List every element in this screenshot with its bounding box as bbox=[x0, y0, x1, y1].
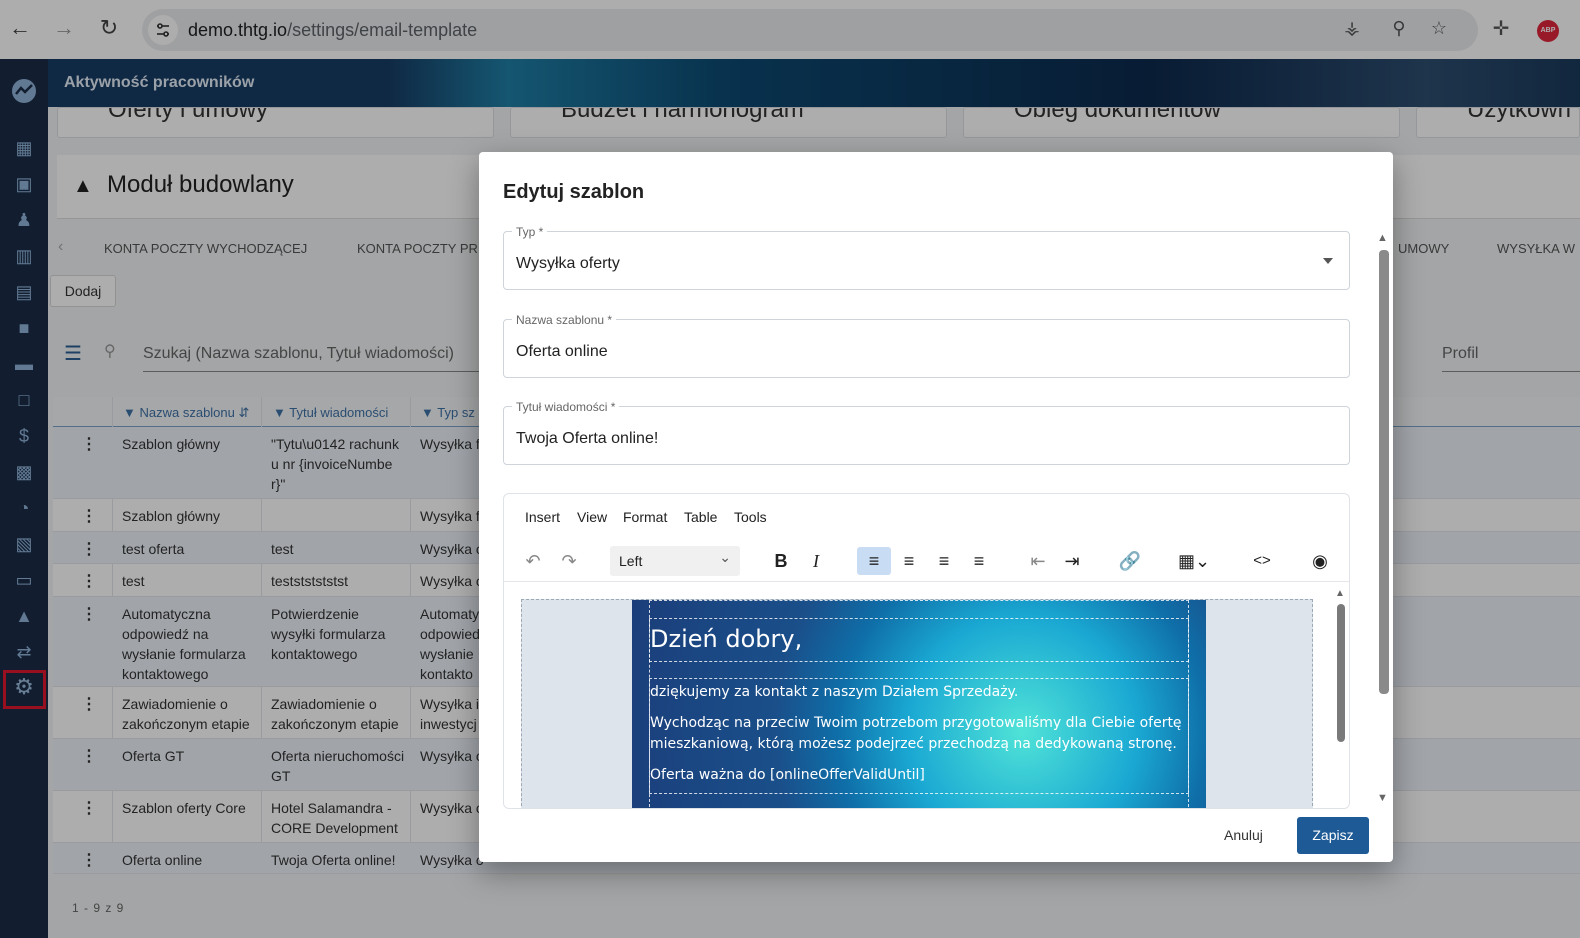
template-name-field[interactable]: Nazwa szablonu * Oferta online bbox=[503, 313, 1350, 378]
scroll-thumb[interactable] bbox=[1337, 604, 1345, 742]
edit-template-dialog: Edytuj szablon Typ * Wysyłka oferty Nazw… bbox=[479, 152, 1393, 862]
message-subject-field[interactable]: Tytuł wiadomości * Twoja Oferta online! bbox=[503, 400, 1350, 465]
align-justify-icon[interactable]: ≡ bbox=[962, 547, 996, 575]
bold-icon[interactable]: B bbox=[764, 547, 798, 575]
menu-format[interactable]: Format bbox=[623, 509, 667, 525]
menu-view[interactable]: View bbox=[577, 509, 607, 525]
email-line-2a: Wychodząc na przeciw Twoim potrzebom prz… bbox=[650, 715, 1182, 731]
menu-tools[interactable]: Tools bbox=[734, 509, 767, 525]
alignment-select[interactable]: Left ⌄ bbox=[610, 546, 740, 576]
scroll-down-icon[interactable]: ▼ bbox=[1377, 792, 1388, 804]
editor-scrollbar[interactable]: ▲ bbox=[1334, 588, 1346, 798]
outdent-icon[interactable]: ⇤ bbox=[1021, 547, 1055, 575]
scroll-thumb[interactable] bbox=[1379, 250, 1389, 694]
editor-content-area[interactable]: Dzień dobry, dziękujemy za kontakt z nas… bbox=[521, 599, 1313, 808]
scroll-up-icon[interactable]: ▲ bbox=[1377, 232, 1388, 244]
align-left-icon[interactable]: ≡ bbox=[857, 547, 891, 575]
email-template-preview: Dzień dobry, dziękujemy za kontakt z nas… bbox=[632, 600, 1206, 808]
dialog-title: Edytuj szablon bbox=[503, 181, 645, 203]
preview-eye-icon[interactable]: ◉ bbox=[1303, 547, 1337, 575]
cancel-button[interactable]: Anuluj bbox=[1224, 827, 1263, 843]
redo-icon[interactable]: ↷ bbox=[552, 547, 586, 575]
editor-menubar: Insert View Format Table Tools bbox=[504, 494, 1349, 538]
align-right-icon[interactable]: ≡ bbox=[927, 547, 961, 575]
link-icon[interactable]: 🔗 bbox=[1113, 547, 1147, 575]
rich-text-editor: Insert View Format Table Tools ↶ ↷ Left ⌄… bbox=[503, 493, 1350, 809]
save-button[interactable]: Zapisz bbox=[1297, 817, 1369, 854]
italic-icon[interactable]: I bbox=[799, 547, 833, 575]
email-line-2b: mieszkaniową, którą możesz podejrzeć prz… bbox=[650, 736, 1177, 752]
indent-icon[interactable]: ⇥ bbox=[1055, 547, 1089, 575]
email-greeting: Dzień dobry, bbox=[650, 625, 803, 653]
type-select[interactable]: Typ * Wysyłka oferty bbox=[503, 225, 1350, 290]
table-icon[interactable]: ▦⌄ bbox=[1172, 547, 1216, 575]
dropdown-caret-icon bbox=[1323, 258, 1333, 264]
dialog-scrollbar[interactable]: ▲ ▼ bbox=[1377, 232, 1391, 812]
menu-table[interactable]: Table bbox=[684, 509, 717, 525]
email-line-3: Oferta ważna do [onlineOfferValidUntil] bbox=[650, 767, 925, 783]
scroll-up-icon[interactable]: ▲ bbox=[1335, 588, 1345, 599]
undo-icon[interactable]: ↶ bbox=[516, 547, 550, 575]
email-line-1: dziękujemy za kontakt z naszym Działem S… bbox=[650, 684, 1019, 700]
source-code-icon[interactable]: <> bbox=[1245, 547, 1279, 575]
align-center-icon[interactable]: ≡ bbox=[892, 547, 926, 575]
menu-insert[interactable]: Insert bbox=[525, 509, 560, 525]
chevron-down-icon: ⌄ bbox=[719, 549, 731, 565]
editor-toolbar: ↶ ↷ Left ⌄ B I ≡ ≡ ≡ ≡ ⇤ ⇥ 🔗 ▦⌄ <> ◉ bbox=[504, 538, 1349, 582]
